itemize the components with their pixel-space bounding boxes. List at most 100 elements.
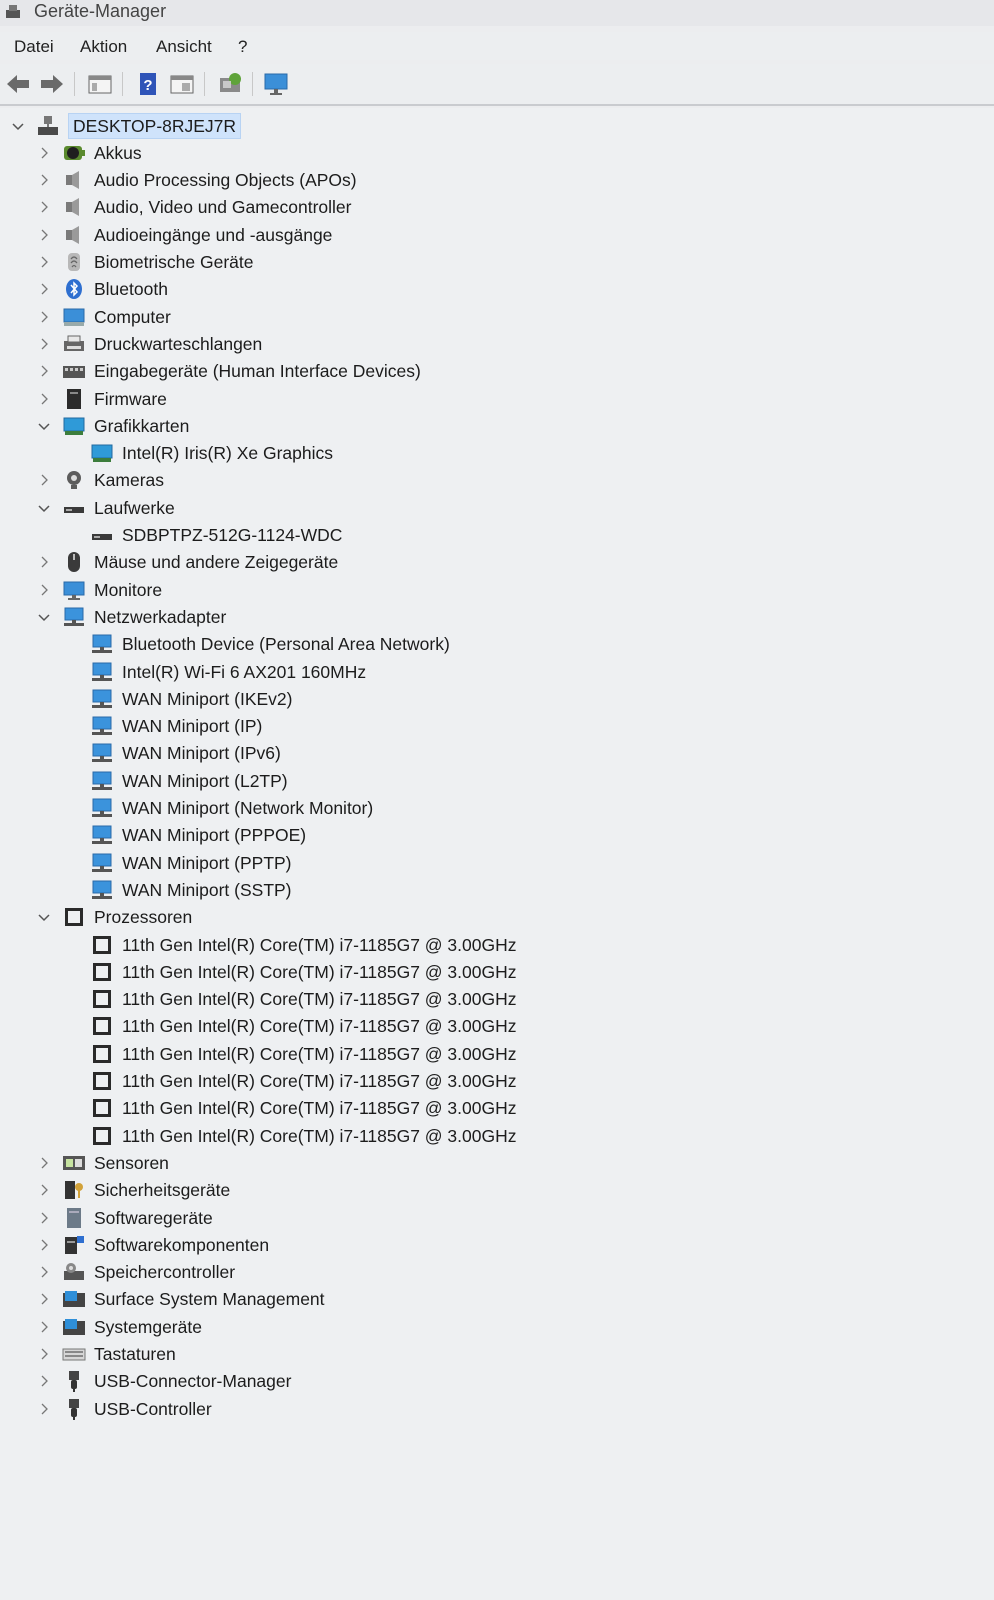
device-item[interactable]: WAN Miniport (PPPOE) xyxy=(90,822,306,849)
device-item[interactable]: 11th Gen Intel(R) Core(TM) i7-1185G7 @ 3… xyxy=(90,1122,517,1149)
chevron-right-icon[interactable] xyxy=(36,145,52,161)
back-arrow-icon[interactable] xyxy=(4,70,32,98)
device-item[interactable]: WAN Miniport (SSTP) xyxy=(90,876,292,903)
menu-aktion[interactable]: Aktion xyxy=(80,36,127,58)
chevron-right-icon[interactable] xyxy=(36,1346,52,1362)
scan-hardware-icon[interactable] xyxy=(216,70,244,98)
chevron-down-icon[interactable] xyxy=(36,909,52,925)
device-item[interactable]: WAN Miniport (IPv6) xyxy=(90,740,281,767)
sensor-icon xyxy=(62,1152,86,1174)
device-item[interactable]: Bluetooth Device (Personal Area Network) xyxy=(90,631,450,658)
category-item-systemger-te[interactable]: Systemgeräte xyxy=(36,1313,202,1340)
chevron-right-icon[interactable] xyxy=(36,1319,52,1335)
device-item[interactable]: SDBPTPZ-512G-1124-WDC xyxy=(90,522,342,549)
device-item[interactable]: 11th Gen Intel(R) Core(TM) i7-1185G7 @ 3… xyxy=(90,1013,517,1040)
category-item-laufwerke[interactable]: Laufwerke xyxy=(36,494,175,521)
device-item[interactable]: WAN Miniport (L2TP) xyxy=(90,767,288,794)
device-item[interactable]: WAN Miniport (IKEv2) xyxy=(90,685,293,712)
chevron-right-icon[interactable] xyxy=(36,1210,52,1226)
category-item-firmware[interactable]: Firmware xyxy=(36,385,167,412)
tree-item-label: Druckwarteschlangen xyxy=(94,333,263,354)
processor-icon xyxy=(90,1097,114,1119)
category-item-surface-system-management[interactable]: Surface System Management xyxy=(36,1286,325,1313)
category-item-prozessoren[interactable]: Prozessoren xyxy=(36,904,192,931)
chevron-down-icon[interactable] xyxy=(36,418,52,434)
chevron-right-icon[interactable] xyxy=(36,199,52,215)
chevron-right-icon[interactable] xyxy=(36,336,52,352)
menu-help[interactable]: ? xyxy=(238,36,247,58)
chevron-right-icon[interactable] xyxy=(36,1155,52,1171)
device-item[interactable]: 11th Gen Intel(R) Core(TM) i7-1185G7 @ 3… xyxy=(90,1068,517,1095)
chevron-right-icon[interactable] xyxy=(36,1264,52,1280)
category-item-sicherheitsger-te[interactable]: Sicherheitsgeräte xyxy=(36,1177,230,1204)
chevron-right-icon[interactable] xyxy=(36,582,52,598)
device-item[interactable]: 11th Gen Intel(R) Core(TM) i7-1185G7 @ 3… xyxy=(90,958,517,985)
console-tree-icon[interactable] xyxy=(168,70,196,98)
network-adapter-icon xyxy=(90,797,114,819)
help-icon[interactable]: ? xyxy=(134,70,162,98)
chevron-right-icon[interactable] xyxy=(36,281,52,297)
device-tree: DESKTOP-8RJEJ7R Akkus Audio Processing Obj… xyxy=(0,108,994,1600)
chevron-right-icon[interactable] xyxy=(36,554,52,570)
category-item-monitore[interactable]: Monitore xyxy=(36,576,162,603)
category-item-softwarekomponenten[interactable]: Softwarekomponenten xyxy=(36,1231,269,1258)
category-item-softwareger-te[interactable]: Softwaregeräte xyxy=(36,1204,213,1231)
device-item[interactable]: Intel(R) Wi-Fi 6 AX201 160MHz xyxy=(90,658,366,685)
category-item-bluetooth[interactable]: Bluetooth xyxy=(36,276,168,303)
device-item[interactable]: WAN Miniport (PPTP) xyxy=(90,849,292,876)
tree-item-label: 11th Gen Intel(R) Core(TM) i7-1185G7 @ 3… xyxy=(122,1016,517,1037)
category-item-usb-controller[interactable]: USB-Controller xyxy=(36,1395,212,1422)
chevron-right-icon[interactable] xyxy=(36,1401,52,1417)
chevron-right-icon[interactable] xyxy=(36,391,52,407)
tree-item-label: Firmware xyxy=(94,388,167,409)
category-item-biometrische-ger-te[interactable]: Biometrische Geräte xyxy=(36,249,254,276)
tree-item-label: 11th Gen Intel(R) Core(TM) i7-1185G7 @ 3… xyxy=(122,1098,517,1119)
chevron-right-icon[interactable] xyxy=(36,254,52,270)
monitor-icon[interactable] xyxy=(262,70,290,98)
category-item-tastaturen[interactable]: Tastaturen xyxy=(36,1341,176,1368)
processor-icon xyxy=(62,906,86,928)
processor-icon xyxy=(90,1015,114,1037)
category-item-netzwerkadapter[interactable]: Netzwerkadapter xyxy=(36,603,226,630)
properties-window-icon[interactable] xyxy=(86,70,114,98)
chevron-down-icon[interactable] xyxy=(36,609,52,625)
device-item[interactable]: 11th Gen Intel(R) Core(TM) i7-1185G7 @ 3… xyxy=(90,986,517,1013)
category-item-speichercontroller[interactable]: Speichercontroller xyxy=(36,1259,235,1286)
device-item[interactable]: WAN Miniport (IP) xyxy=(90,713,262,740)
device-item[interactable]: WAN Miniport (Network Monitor) xyxy=(90,795,373,822)
device-item[interactable]: Intel(R) Iris(R) Xe Graphics xyxy=(90,440,333,467)
security-device-icon xyxy=(62,1179,86,1201)
storage-controller-icon xyxy=(62,1261,86,1283)
forward-arrow-icon[interactable] xyxy=(38,70,66,98)
chevron-right-icon[interactable] xyxy=(36,1291,52,1307)
device-item[interactable]: 11th Gen Intel(R) Core(TM) i7-1185G7 @ 3… xyxy=(90,1040,517,1067)
category-item-eingabeger-te-human-interface-devices[interactable]: Eingabegeräte (Human Interface Devices) xyxy=(36,358,421,385)
menu-ansicht[interactable]: Ansicht xyxy=(156,36,212,58)
tree-root[interactable]: DESKTOP-8RJEJ7R xyxy=(10,112,242,139)
menu-datei[interactable]: Datei xyxy=(14,36,54,58)
chevron-right-icon[interactable] xyxy=(36,472,52,488)
device-item[interactable]: 11th Gen Intel(R) Core(TM) i7-1185G7 @ 3… xyxy=(90,931,517,958)
category-item-usb-connector-manager[interactable]: USB-Connector-Manager xyxy=(36,1368,291,1395)
chevron-right-icon[interactable] xyxy=(36,1237,52,1253)
category-item-grafikkarten[interactable]: Grafikkarten xyxy=(36,412,189,439)
category-item-akkus[interactable]: Akkus xyxy=(36,139,142,166)
category-item-audio-processing-objects-apos[interactable]: Audio Processing Objects (APOs) xyxy=(36,167,357,194)
category-item-audioeing-nge-und-ausg-nge[interactable]: Audioeingänge und -ausgänge xyxy=(36,221,332,248)
root-computer-icon xyxy=(36,115,60,137)
device-item[interactable]: 11th Gen Intel(R) Core(TM) i7-1185G7 @ 3… xyxy=(90,1095,517,1122)
category-item-audio-video-und-gamecontroller[interactable]: Audio, Video und Gamecontroller xyxy=(36,194,351,221)
chevron-right-icon[interactable] xyxy=(36,363,52,379)
chevron-right-icon[interactable] xyxy=(36,1373,52,1389)
category-item-sensoren[interactable]: Sensoren xyxy=(36,1149,169,1176)
chevron-right-icon[interactable] xyxy=(36,1182,52,1198)
category-item-m-use-und-andere-zeigeger-te[interactable]: Mäuse und andere Zeigegeräte xyxy=(36,549,338,576)
category-item-druckwarteschlangen[interactable]: Druckwarteschlangen xyxy=(36,330,262,357)
chevron-down-icon[interactable] xyxy=(10,118,26,134)
category-item-kameras[interactable]: Kameras xyxy=(36,467,164,494)
chevron-right-icon[interactable] xyxy=(36,227,52,243)
chevron-down-icon[interactable] xyxy=(36,500,52,516)
chevron-right-icon[interactable] xyxy=(36,172,52,188)
category-item-computer[interactable]: Computer xyxy=(36,303,171,330)
chevron-right-icon[interactable] xyxy=(36,309,52,325)
